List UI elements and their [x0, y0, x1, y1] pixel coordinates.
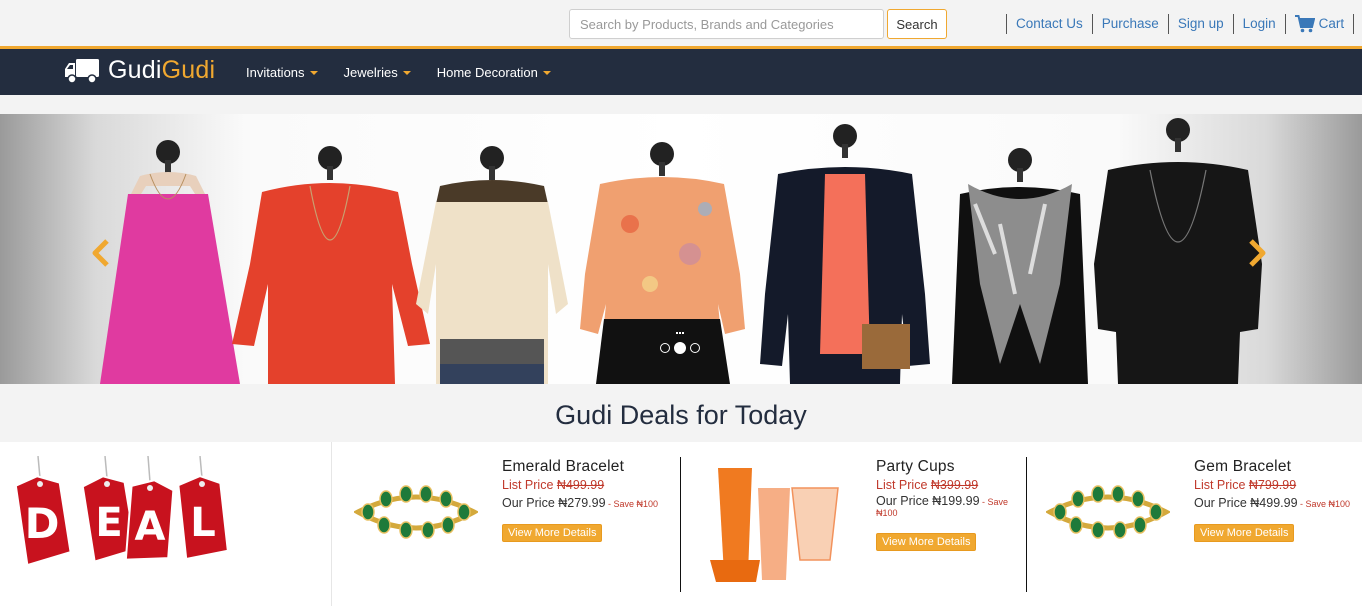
caret-down-icon — [402, 71, 411, 75]
view-details-button[interactable]: View More Details — [502, 524, 603, 542]
carousel-dot-2[interactable] — [674, 342, 686, 354]
top-bar: Search Contact Us Purchase Sign up Login… — [0, 0, 1362, 46]
view-details-button[interactable]: View More Details — [876, 533, 977, 551]
list-price: List Price ₦499.99 — [502, 478, 605, 492]
purchase-link[interactable]: Purchase — [1093, 14, 1168, 34]
svg-text:L: L — [190, 500, 216, 546]
main-nav: GudiGudi Invitations Jewelries Home Deco… — [0, 46, 1362, 95]
login-link[interactable]: Login — [1234, 14, 1285, 34]
slide-marker — [676, 332, 684, 334]
svg-text:E: E — [95, 500, 122, 546]
product-name[interactable]: Party Cups — [876, 458, 955, 476]
logo[interactable]: GudiGudi — [64, 56, 215, 85]
divider — [1026, 457, 1027, 592]
cart-link[interactable]: Cart — [1286, 14, 1354, 34]
caret-down-icon — [542, 71, 551, 75]
divider — [680, 457, 681, 592]
chevron-left-icon[interactable] — [90, 238, 112, 268]
carousel-dot-3[interactable] — [690, 343, 700, 353]
deal-tags-image: D E A L — [14, 456, 229, 566]
caret-down-icon — [309, 71, 318, 75]
nav-item-home-decoration[interactable]: Home Decoration — [437, 65, 551, 80]
top-links: Contact Us Purchase Sign up Login Cart — [1006, 13, 1355, 35]
nav-item-invitations[interactable]: Invitations — [246, 65, 318, 80]
product-name[interactable]: Gem Bracelet — [1194, 458, 1291, 476]
svg-text:D: D — [25, 499, 60, 548]
contact-us-link[interactable]: Contact Us — [1007, 14, 1092, 34]
our-price: Our Price ₦499.99 - Save ₦100 — [1194, 496, 1351, 510]
nav-menu: Invitations Jewelries Home Decoration — [246, 49, 551, 95]
search-input[interactable] — [569, 9, 884, 39]
view-details-button[interactable]: View More Details — [1194, 524, 1295, 542]
list-price: List Price ₦799.99 — [1194, 478, 1297, 492]
svg-text:A: A — [135, 504, 166, 550]
deals-heading: Gudi Deals for Today — [555, 400, 807, 430]
hero-carousel — [0, 114, 1362, 384]
divider — [331, 442, 332, 606]
our-price: Our Price ₦199.99 - Save ₦100 — [876, 494, 1009, 518]
product-image[interactable] — [710, 464, 844, 586]
divider — [1353, 14, 1355, 34]
chevron-right-icon[interactable] — [1246, 238, 1268, 268]
truck-icon — [65, 58, 99, 84]
our-price: Our Price ₦279.99 - Save ₦100 — [502, 496, 659, 510]
sign-up-link[interactable]: Sign up — [1169, 14, 1233, 34]
cart-icon — [1294, 15, 1315, 33]
carousel-indicators — [660, 342, 700, 354]
carousel-dot-1[interactable] — [660, 343, 670, 353]
logo-text: GudiGudi — [108, 56, 216, 84]
search-button[interactable]: Search — [887, 9, 947, 39]
list-price: List Price ₦399.99 — [876, 478, 979, 492]
product-name[interactable]: Emerald Bracelet — [502, 458, 624, 476]
nav-item-jewelries[interactable]: Jewelries — [344, 65, 411, 80]
product-image[interactable] — [354, 482, 478, 546]
cart-label: Cart — [1318, 16, 1345, 31]
product-image[interactable] — [1046, 482, 1170, 546]
